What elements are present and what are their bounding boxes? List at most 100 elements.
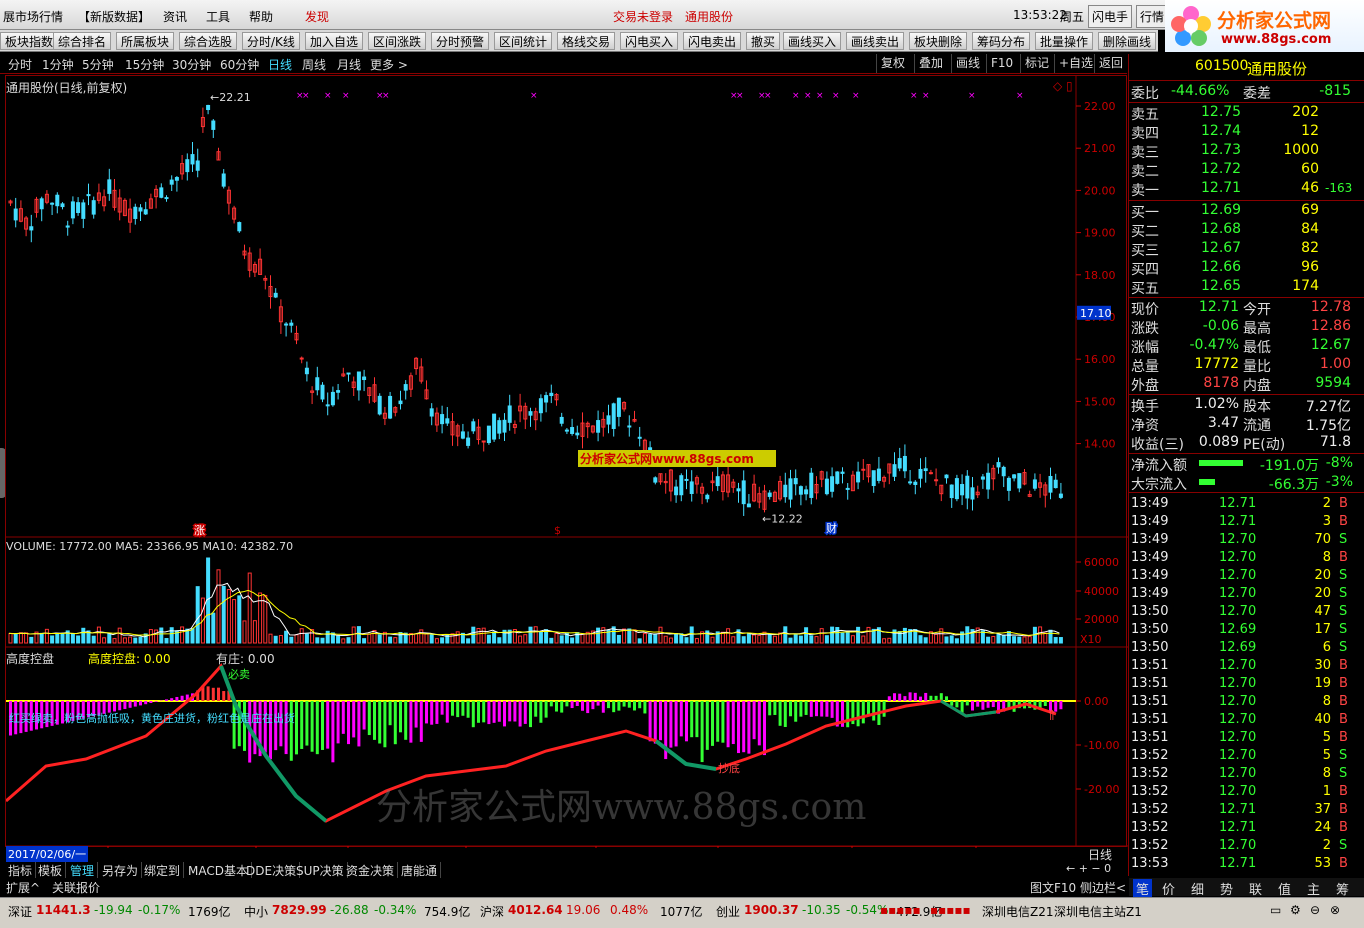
menu-help[interactable]: 帮助 (249, 8, 273, 25)
chart-tool-button[interactable]: +自选 (1054, 54, 1097, 73)
chart-tool-button[interactable]: 叠加 (914, 54, 947, 73)
f10-button[interactable]: 图文F10 (1030, 879, 1076, 896)
chart-tool-button[interactable]: 复权 (876, 54, 909, 73)
indicator-bar (653, 701, 657, 744)
toolbar-button[interactable]: 闪电卖出 (683, 32, 742, 50)
toolbar-button[interactable]: 闪电买入 (620, 32, 679, 50)
side-tab[interactable]: 价 (1162, 879, 1175, 898)
toolbar-button[interactable]: 所属板块 (116, 32, 175, 50)
chart-tool-button[interactable]: F10 (986, 54, 1017, 73)
indicator-bar (570, 701, 574, 709)
quote-button[interactable]: 行情 (1136, 5, 1169, 28)
indicator-tab[interactable]: DDE决策 (243, 862, 301, 879)
side-tab[interactable]: 主 (1307, 879, 1320, 898)
indicator-tab[interactable]: 管理 (67, 862, 99, 879)
toolbar-button[interactable]: 综合选股 (179, 32, 238, 50)
indicator-bar (414, 701, 418, 728)
side-tab[interactable]: 笔 (1133, 879, 1153, 898)
diamond-icon[interactable]: ◇ ▯ (1053, 79, 1073, 93)
menu-tools[interactable]: 工具 (206, 8, 230, 25)
tick-side: B (1339, 730, 1348, 745)
period-tab[interactable]: 周线 (302, 56, 326, 73)
period-tab[interactable]: 分时 (8, 56, 32, 73)
indicator-tab[interactable]: 资金决策 (343, 862, 399, 879)
period-tab[interactable]: 更多 > (370, 56, 408, 73)
toolbar-button[interactable]: 删除画线 (1098, 32, 1157, 50)
price-label: 18.00 (1084, 269, 1116, 282)
toolbar-button[interactable]: 分时预警 (431, 32, 490, 50)
side-tab[interactable]: 势 (1220, 879, 1233, 898)
tick-price: 12.71 (1219, 514, 1257, 529)
related-quote-button[interactable]: 关联报价 (52, 879, 100, 896)
chart-tool-button[interactable]: 画线 (951, 54, 984, 73)
volume-bar (39, 632, 44, 644)
period-tab[interactable]: 15分钟 (125, 56, 164, 73)
tick-time: 13:51 (1131, 694, 1169, 709)
tick-time: 13:49 (1131, 568, 1169, 583)
zoom-controls[interactable]: ← + − 0 (1066, 862, 1127, 878)
toolbar-button[interactable]: 综合排名 (53, 32, 112, 50)
volume-bar (949, 635, 954, 644)
period-tab[interactable]: 30分钟 (172, 56, 211, 73)
signal-x-mark: × (324, 91, 332, 101)
indicator-tab[interactable]: 指标 (5, 862, 37, 879)
expand-button[interactable]: 扩展^ (6, 879, 40, 896)
period-tab[interactable]: 60分钟 (220, 56, 259, 73)
toolbar-button[interactable]: 批量操作 (1035, 32, 1094, 50)
chart-tool-button[interactable]: 标记 (1020, 54, 1053, 73)
toolbar-button[interactable]: 撤买 (746, 32, 781, 50)
indicator-tab[interactable]: 另存为 (99, 862, 143, 879)
side-tab[interactable]: 细 (1191, 879, 1204, 898)
kline-chart-area[interactable]: 22.0021.0020.0019.0018.0017.0016.0015.00… (5, 75, 1128, 862)
candle-body (195, 160, 200, 171)
close-icon[interactable]: ⊗ (1330, 903, 1340, 917)
trend-line-green (219, 665, 328, 823)
indicator-tab[interactable]: 绑定到 (141, 862, 185, 879)
toolbar-button[interactable]: 板块删除 (909, 32, 968, 50)
indicator-tab[interactable]: SUP决策 (293, 862, 348, 879)
volume-bar (159, 627, 164, 644)
period-tab[interactable]: 1分钟 (42, 56, 74, 73)
menu-newdata[interactable]: 【新版数据】 (78, 8, 150, 25)
toolbar-button[interactable]: 格线交易 (557, 32, 616, 50)
side-tab[interactable]: 筹 (1336, 879, 1349, 898)
toolbar-button[interactable]: 筹码分布 (972, 32, 1031, 50)
period-tab[interactable]: 5分钟 (82, 56, 114, 73)
window-icon[interactable]: ▭ (1270, 903, 1281, 917)
volume-unit: X10 (1080, 633, 1102, 646)
indicator-bar (705, 701, 709, 750)
tick-time: 13:52 (1131, 748, 1169, 763)
minimize-icon[interactable]: ⊖ (1310, 903, 1320, 917)
candle-body (1017, 473, 1022, 489)
toolbar-button[interactable]: 板块指数 (0, 32, 59, 50)
period-tab[interactable]: 日线 (268, 56, 292, 73)
indicator-tab[interactable]: MACD基本 (185, 862, 252, 879)
indicator-bar (783, 701, 787, 727)
toolbar-button[interactable]: 区间涨跌 (368, 32, 427, 50)
trade-status[interactable]: 交易未登录 (613, 8, 673, 25)
buy-volume: 69 (1301, 202, 1319, 218)
stat-label: PE(动) (1243, 437, 1286, 453)
toolbar-button[interactable]: 分时/K线 (242, 32, 300, 50)
toolbar-button[interactable]: 画线卖出 (846, 32, 905, 50)
toolbar-button[interactable]: 区间统计 (494, 32, 553, 50)
toolbar-button[interactable]: 画线买入 (783, 32, 842, 50)
index-name: 创业 (716, 905, 741, 919)
menu-market[interactable]: 展市场行情 (3, 8, 63, 25)
indicator-tab[interactable]: 模板 (35, 862, 67, 879)
menu-discover[interactable]: 发现 (305, 8, 329, 25)
flash-hand-button[interactable]: 闪电手 (1088, 5, 1133, 28)
candle-body (1012, 474, 1017, 479)
toolbar-button[interactable]: 加入自选 (305, 32, 364, 50)
index-percent: 0.48% (610, 903, 649, 917)
indicator-tab[interactable]: 唐能通 (398, 862, 442, 879)
sidebar-toggle[interactable]: 侧边栏< (1080, 879, 1126, 896)
side-tab[interactable]: 值 (1278, 879, 1291, 898)
side-tab[interactable]: 联 (1249, 879, 1262, 898)
menu-info[interactable]: 资讯 (163, 8, 187, 25)
tick-volume: 37 (1314, 802, 1331, 817)
settings-icon[interactable]: ⚙ (1290, 903, 1301, 917)
chart-tool-button[interactable]: 返回 (1094, 54, 1127, 73)
period-tab[interactable]: 月线 (337, 56, 361, 73)
candle-body (923, 468, 928, 472)
